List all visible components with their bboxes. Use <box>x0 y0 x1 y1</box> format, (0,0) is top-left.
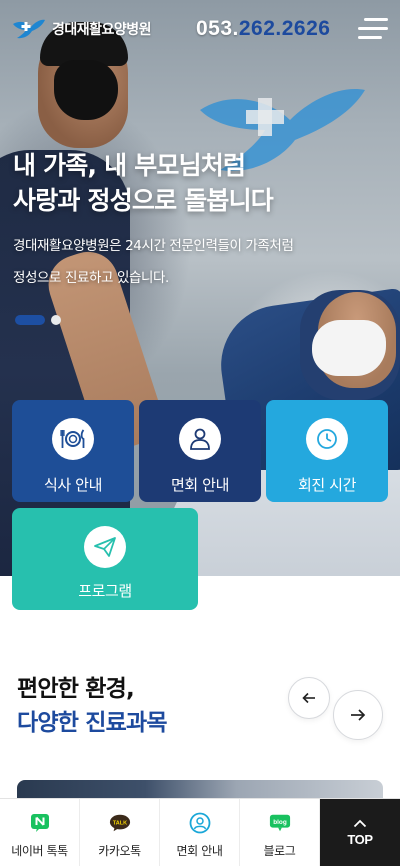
logo-text: 경대재활요양병원 <box>52 22 152 38</box>
logo[interactable]: 경대재활요양병원 <box>12 18 152 40</box>
arrow-right-icon <box>351 709 366 721</box>
quick-menu-rounds[interactable]: 회진 시간 <box>266 400 388 502</box>
quick-menu-label: 면회 안내 <box>171 476 229 494</box>
scroll-top-button[interactable]: TOP <box>320 799 400 866</box>
slider-pagination <box>15 315 61 325</box>
slider-dot-active[interactable] <box>15 315 45 325</box>
quick-menu-visit[interactable]: 면회 안내 <box>139 400 261 502</box>
logo-emblem-icon <box>13 19 45 39</box>
hero-desc-line: 경대재활요양병원은 24시간 전문인력들이 가족처럼 <box>13 238 294 254</box>
bottom-item-visit-guide[interactable]: 면회 안내 <box>160 799 240 866</box>
menu-line-icon <box>358 36 382 39</box>
svg-text:blog: blog <box>273 819 287 826</box>
scroll-top-label: TOP <box>347 831 373 847</box>
slider-dot[interactable] <box>51 315 61 325</box>
arrow-left-icon <box>302 692 315 704</box>
site-header: 경대재활요양병원 053.262.2626 <box>0 0 400 62</box>
quick-menu-program[interactable]: 프로그램 <box>12 508 198 610</box>
bottom-item-blog[interactable]: blog 블로그 <box>240 799 320 866</box>
visit-guide-icon <box>189 812 211 834</box>
clock-icon <box>306 418 348 460</box>
naver-talk-icon <box>29 812 51 834</box>
bottom-item-kakaotalk[interactable]: TALK 카카오톡 <box>80 799 160 866</box>
hero-title: 내 가족, 내 부모님처럼 사랑과 정성으로 돌봅니다 <box>13 148 393 218</box>
meal-icon <box>52 418 94 460</box>
hero-title-line: 사랑과 정성으로 돌봅니다 <box>13 186 274 215</box>
section-title: 편안한 환경, 다양한 진료과목 <box>17 672 168 740</box>
visitor-icon <box>179 418 221 460</box>
slider-next-button[interactable] <box>333 690 383 740</box>
phone-number[interactable]: 053.262.2626 <box>196 17 330 41</box>
hamburger-menu-button[interactable] <box>358 18 388 40</box>
section-title-line1: 편안한 환경, <box>17 676 135 702</box>
quick-menu-label: 식사 안내 <box>44 476 102 494</box>
svg-text:TALK: TALK <box>112 820 126 826</box>
hero-desc-line: 정성으로 진료하고 있습니다. <box>13 270 169 286</box>
quick-menu-label: 회진 시간 <box>298 476 356 494</box>
hero-description: 경대재활요양병원은 24시간 전문인력들이 가족처럼 정성으로 진료하고 있습니… <box>13 230 393 294</box>
bottom-item-label: 카카오톡 <box>98 844 141 858</box>
section-title-line2: 다양한 진료과목 <box>17 710 168 736</box>
bottom-item-naver-talk[interactable]: 네이버 톡톡 <box>0 799 80 866</box>
bottom-item-label: 네이버 톡톡 <box>11 844 68 858</box>
hero-patient-mask <box>312 320 386 376</box>
slider-prev-button[interactable] <box>288 677 330 719</box>
bottom-item-label: 블로그 <box>263 844 296 858</box>
chevron-up-icon <box>353 819 367 827</box>
blog-icon: blog <box>269 812 291 834</box>
bottom-quick-bar: 네이버 톡톡 TALK 카카오톡 면회 안내 blog 블로그 TOP <box>0 798 400 866</box>
paper-plane-icon <box>84 526 126 568</box>
phone-prefix: 053. <box>196 17 239 40</box>
phone-rest: 262.2626 <box>238 17 331 40</box>
bottom-item-label: 면회 안내 <box>176 844 223 858</box>
quick-menu-meal[interactable]: 식사 안내 <box>12 400 134 502</box>
menu-line-icon <box>358 27 388 30</box>
hero-nurse-mask <box>54 60 118 120</box>
quick-menu-label: 프로그램 <box>78 582 132 600</box>
kakaotalk-icon: TALK <box>109 812 131 834</box>
hero-title-line: 내 가족, 내 부모님처럼 <box>13 151 246 180</box>
menu-line-icon <box>364 18 388 21</box>
